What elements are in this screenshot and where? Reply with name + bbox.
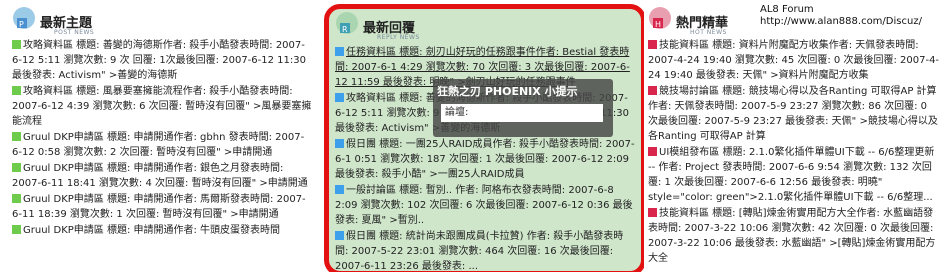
bullet-icon <box>648 40 657 49</box>
post-news-icon: P <box>13 7 35 29</box>
bullet-icon <box>335 185 344 194</box>
reply-link[interactable]: 假日團 標題: 一團25人RAID成員作者: 殺手小酷發表時間: 2007-6-… <box>335 139 635 180</box>
list-item[interactable]: 技能資料區 標題: [轉貼]煉金術實用配方大全作者: 水藍幽語發表時間: 200… <box>648 206 940 266</box>
bullet-icon <box>335 47 344 56</box>
reply-link[interactable]: 一般討論區 標題: 暫別.. 作者: 阿格布衣發表時間: 2007-6-8 2:… <box>335 185 633 226</box>
hot-topics-column: H 熱門精華 HOT NEWS AL8 Forum http://www.ala… <box>644 0 944 272</box>
latest-topics-column: P 最新主題 POST NEWS 攻略資料區 標題: 善變的海德斯作者: 殺手小… <box>0 0 318 272</box>
hot-topics-list: 技能資料區 標題: 資料片附魔配方收集作者: 天佩發表時間: 2007-4-24… <box>648 38 940 267</box>
hover-tooltip: 狂熱之刃 PHOENIX 小提示 論壇: <box>433 79 613 137</box>
topic-link[interactable]: Gruul DKP申請區 標題: 申請開通作者: 馬爾斯發表時間: 2007-6… <box>12 194 306 220</box>
bullet-icon <box>648 147 657 156</box>
latest-topics-subtitle: POST NEWS <box>54 29 95 36</box>
svg-text:P: P <box>19 20 24 29</box>
bullet-icon <box>12 86 21 95</box>
latest-topics-list: 攻略資料區 標題: 善變的海德斯作者: 殺手小酷發表時間: 2007-6-12 … <box>12 38 314 239</box>
hot-link[interactable]: 技能資料區 標題: 資料片附魔配方收集作者: 天佩發表時間: 2007-4-24… <box>648 40 939 81</box>
latest-replies-column: R 最新回覆 REPLY NEWS 任務資料區 標題: 劍刃山好玩的任務跟事件作… <box>318 0 644 272</box>
hot-link[interactable]: 技能資料區 標題: [轉貼]煉金術實用配方大全作者: 水藍幽語發表時間: 200… <box>648 208 935 264</box>
bullet-icon <box>12 40 21 49</box>
list-item[interactable]: 攻略資料區 標題: 善變的海德斯作者: 殺手小酷發表時間: 2007-6-12 … <box>12 38 314 83</box>
list-item[interactable]: Gruul DKP申請區 標題: 申請開通作者: 牛頭皮蛋發表時間 <box>12 223 314 238</box>
hot-topics-header: H 熱門精華 HOT NEWS AL8 Forum http://www.ala… <box>644 0 944 40</box>
topic-link[interactable]: Gruul DKP申請區 標題: 申請開通作者: gbhn 發表時間: 2007… <box>12 132 304 158</box>
latest-topics-header: P 最新主題 POST NEWS <box>0 0 318 40</box>
list-item[interactable]: 技能資料區 標題: 資料片附魔配方收集作者: 天佩發表時間: 2007-4-24… <box>648 38 940 83</box>
forum-name: AL8 Forum <box>760 4 814 15</box>
list-item[interactable]: Gruul DKP申請區 標題: 申請開通作者: 馬爾斯發表時間: 2007-6… <box>12 192 314 222</box>
topic-link[interactable]: 攻略資料區 標題: 善變的海德斯作者: 殺手小酷發表時間: 2007-6-12 … <box>12 40 306 81</box>
list-item[interactable]: 競技場討論區 標題: 競技場心得以及各Ranting 可取得AP 計算作者: 天… <box>648 84 940 144</box>
reply-news-icon: R <box>336 12 358 34</box>
forum-signature: AL8 Forum http://www.alan888.com/Discuz/ <box>760 4 922 28</box>
bullet-icon <box>335 231 344 240</box>
bullet-icon <box>12 132 21 141</box>
bullet-icon <box>335 93 344 102</box>
list-item[interactable]: 攻略資料區 標題: 風暴要塞擁能流程作者: 殺手小酷發表時間: 2007-6-1… <box>12 84 314 129</box>
tooltip-title: 狂熱之刃 PHOENIX 小提示 <box>437 85 578 98</box>
bullet-icon <box>12 194 21 203</box>
bullet-icon <box>648 86 657 95</box>
bullet-icon <box>12 163 21 172</box>
list-item[interactable]: UI模組發布區 標題: 2.1.0繁化插件單體UI下載 -- 6/6整理更新 -… <box>648 145 940 205</box>
forum-url[interactable]: http://www.alan888.com/Discuz/ <box>760 16 922 28</box>
topic-link[interactable]: 攻略資料區 標題: 風暴要塞擁能流程作者: 殺手小酷發表時間: 2007-6-1… <box>12 86 311 127</box>
hot-link[interactable]: UI模組發布區 標題: 2.1.0繁化插件單體UI下載 -- 6/6整理更新 -… <box>648 147 934 203</box>
bullet-icon <box>648 208 657 217</box>
svg-text:R: R <box>342 25 348 34</box>
svg-text:H: H <box>655 20 661 29</box>
hot-topics-subtitle: HOT NEWS <box>690 29 727 36</box>
hot-news-icon: H <box>649 7 671 29</box>
hot-link[interactable]: 競技場討論區 標題: 競技場心得以及各Ranting 可取得AP 計算作者: 天… <box>648 86 938 142</box>
list-item[interactable]: 假日團 標題: 統計尚未跟團成員(卡拉贊) 作者: 殺手小酷發表時間: 2007… <box>335 229 635 271</box>
latest-replies-subtitle: REPLY NEWS <box>377 34 420 41</box>
list-item[interactable]: 假日團 標題: 一團25人RAID成員作者: 殺手小酷發表時間: 2007-6-… <box>335 137 635 182</box>
list-item[interactable]: Gruul DKP申請區 標題: 申請開通作者: 銀色之月發表時間: 2007-… <box>12 161 314 191</box>
list-item[interactable]: 一般討論區 標題: 暫別.. 作者: 阿格布衣發表時間: 2007-6-8 2:… <box>335 183 635 228</box>
tooltip-forum-field: 論壇: <box>441 104 603 122</box>
reply-link[interactable]: 假日團 標題: 統計尚未跟團成員(卡拉贊) 作者: 殺手小酷發表時間: 2007… <box>335 231 623 271</box>
topic-link[interactable]: Gruul DKP申請區 標題: 申請開通作者: 牛頭皮蛋發表時間 <box>23 225 280 236</box>
bullet-icon <box>12 225 21 234</box>
highlighted-replies-panel: R 最新回覆 REPLY NEWS 任務資料區 標題: 劍刃山好玩的任務跟事件作… <box>324 4 644 272</box>
topic-link[interactable]: Gruul DKP申請區 標題: 申請開通作者: 銀色之月發表時間: 2007-… <box>12 163 308 189</box>
bullet-icon <box>335 139 344 148</box>
latest-replies-header: R 最新回覆 REPLY NEWS <box>329 9 641 49</box>
list-item[interactable]: Gruul DKP申請區 標題: 申請開通作者: gbhn 發表時間: 2007… <box>12 130 314 160</box>
